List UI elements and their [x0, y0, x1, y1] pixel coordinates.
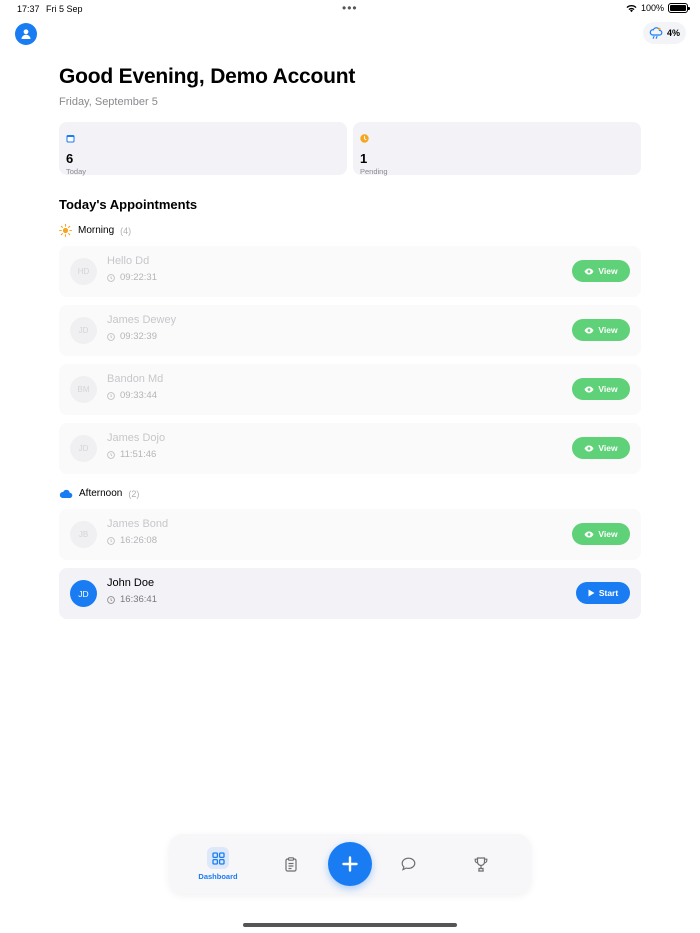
eye-icon — [584, 531, 594, 537]
avatar: HD — [70, 258, 97, 285]
avatar: BM — [70, 376, 97, 403]
patient-name: Hello Dd — [107, 255, 150, 267]
group-count-morning: (4) — [120, 225, 132, 236]
appointment-time: 11:51:46 — [120, 449, 157, 460]
battery-icon — [668, 3, 690, 13]
page-title: Good Evening, Demo Account — [59, 65, 356, 88]
view-button-label: View — [598, 266, 618, 276]
view-button-label: View — [598, 384, 618, 394]
current-date: Friday, September 5 — [59, 96, 158, 108]
eye-icon — [584, 268, 594, 274]
appointment-time-row: 09:33:44 — [107, 390, 157, 401]
view-button[interactable]: View — [572, 319, 630, 341]
weather-value: 4% — [666, 28, 680, 38]
patient-name: James Dewey — [107, 314, 177, 326]
clock-icon — [107, 450, 115, 459]
clipboard-icon — [285, 856, 297, 872]
view-button-label: View — [598, 529, 618, 539]
home-indicator[interactable] — [243, 923, 457, 927]
view-button-label: View — [598, 325, 618, 335]
cloud-icon — [59, 489, 73, 498]
calendar-icon — [66, 135, 75, 143]
view-button[interactable]: View — [572, 378, 630, 400]
view-button-label: View — [598, 443, 618, 453]
tab-dashboard-label: Dashboard — [198, 872, 238, 881]
appointment-time-row: 09:22:31 — [107, 272, 157, 283]
stat-value-today: 6 — [66, 151, 74, 166]
appointment-time-row: 11:51:46 — [107, 449, 156, 460]
add-button[interactable] — [328, 842, 372, 886]
avatar: JD — [70, 317, 97, 344]
avatar: JB — [70, 521, 97, 548]
clock-icon — [107, 332, 115, 341]
trophy-icon — [474, 856, 488, 872]
appointment-time: 09:22:31 — [120, 272, 157, 283]
status-date: Fri 5 Sep — [46, 4, 83, 14]
bottom-tab-bar: Dashboard — [169, 834, 531, 894]
view-button[interactable]: View — [572, 260, 630, 282]
avatar: JD — [70, 435, 97, 462]
user-icon — [21, 29, 31, 39]
group-name-afternoon: Afternoon — [79, 488, 123, 499]
start-button-label: Start — [598, 588, 619, 598]
group-header-afternoon: Afternoon (2) — [59, 488, 139, 499]
multitasking-dots-icon[interactable]: ••• — [342, 1, 358, 15]
appointments-section-title: Today's Appointments — [59, 197, 198, 212]
play-icon — [588, 589, 595, 597]
stat-label-today: Today — [66, 167, 87, 176]
stat-value-pending: 1 — [360, 151, 368, 166]
appointment-row[interactable]: HD Hello Dd 09:22:31 View — [59, 246, 641, 297]
clock-icon — [107, 595, 115, 604]
clock-icon — [107, 273, 115, 282]
status-time: 17:37 — [17, 4, 40, 14]
view-button[interactable]: View — [572, 523, 630, 545]
appointment-time-row: 16:36:41 — [107, 594, 157, 605]
stat-card-pending[interactable]: 1 Pending — [353, 122, 641, 176]
eye-icon — [584, 445, 594, 451]
chat-bubble-icon — [401, 857, 415, 871]
appointment-row[interactable]: BM Bandon Md 09:33:44 View — [59, 364, 641, 415]
tab-achievements[interactable] — [467, 834, 495, 894]
appointment-row[interactable]: JD James Dewey 09:32:39 View — [59, 305, 641, 356]
appointment-row[interactable]: JB James Bond 16:26:08 View — [59, 509, 641, 560]
clock-icon — [107, 391, 115, 400]
patient-name: James Dojo — [107, 432, 166, 444]
start-button[interactable]: Start — [576, 582, 630, 604]
appointment-time: 16:36:41 — [120, 594, 157, 605]
view-button[interactable]: View — [572, 437, 630, 459]
weather-rain-cloud-icon — [649, 27, 663, 39]
patient-name: John Doe — [107, 577, 155, 589]
tab-tasks[interactable] — [277, 834, 305, 894]
clock-badge-icon — [360, 134, 369, 143]
eye-icon — [584, 386, 594, 392]
appointment-row[interactable]: JD James Dojo 11:51:46 View — [59, 423, 641, 474]
appointment-time: 09:33:44 — [120, 390, 157, 401]
wifi-icon — [626, 4, 637, 12]
status-bar: 17:37 Fri 5 Sep ••• 100% — [0, 0, 700, 18]
group-name-morning: Morning — [78, 225, 115, 236]
eye-icon — [584, 327, 594, 333]
group-header-morning: Morning (4) — [59, 224, 131, 237]
tab-messages[interactable] — [394, 834, 422, 894]
appointment-time: 16:26:08 — [120, 535, 157, 546]
plus-icon — [342, 856, 358, 872]
appointment-time-row: 09:32:39 — [107, 331, 157, 342]
avatar: JD — [70, 580, 97, 607]
appointment-time: 09:32:39 — [120, 331, 157, 342]
appointment-row-active[interactable]: JD John Doe 16:36:41 Start — [59, 568, 641, 619]
stat-label-pending: Pending — [360, 167, 388, 176]
profile-button[interactable] — [15, 23, 37, 45]
sun-icon — [59, 224, 72, 237]
appointment-time-row: 16:26:08 — [107, 535, 157, 546]
stat-card-today[interactable]: 6 Today — [59, 122, 347, 176]
clock-icon — [107, 536, 115, 545]
weather-chip[interactable]: 4% — [642, 22, 686, 44]
grid-icon — [211, 851, 225, 865]
patient-name: James Bond — [107, 518, 169, 530]
group-count-afternoon: (2) — [128, 488, 140, 499]
tab-dashboard[interactable]: Dashboard — [195, 834, 241, 894]
battery-percent: 100% — [640, 3, 664, 13]
patient-name: Bandon Md — [107, 373, 164, 385]
